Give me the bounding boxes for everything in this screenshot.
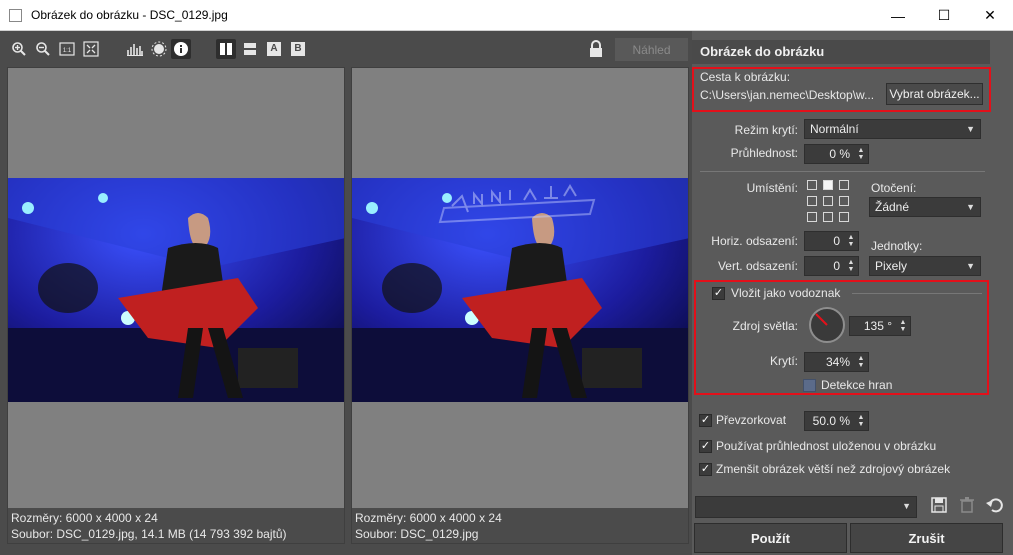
rotation-label: Otočení:: [871, 181, 917, 195]
fit-to-window-icon[interactable]: [81, 39, 101, 59]
watermark-checkbox[interactable]: ✓: [712, 287, 725, 300]
cover-stepper[interactable]: 34% ▲ ▼: [804, 352, 869, 372]
choose-image-button[interactable]: Vybrat obrázek...: [886, 83, 983, 105]
chevron-down-icon: ▼: [902, 501, 911, 511]
minimize-button[interactable]: —: [875, 0, 921, 31]
original-photo: [8, 178, 344, 402]
light-source-label: Zdroj světla:: [732, 319, 798, 333]
shrink-checkbox[interactable]: ✓: [699, 463, 712, 476]
chevron-down-icon: ▼: [966, 202, 975, 212]
separator: [852, 293, 982, 294]
path-label: Cesta k obrázku:: [700, 70, 791, 84]
blend-mode-label: Režim krytí:: [734, 123, 798, 137]
svg-text:1:1: 1:1: [63, 48, 72, 54]
original-dimensions: Rozměry: 6000 x 4000 x 24: [11, 511, 158, 525]
spinner-icon: ▲ ▼: [857, 147, 865, 161]
vert-offset-label: Vert. odsazení:: [717, 259, 798, 273]
path-value: C:\Users\jan.nemec\Desktop\w...: [700, 88, 875, 102]
spinner-icon: ▲ ▼: [857, 414, 865, 428]
original-preview-pane: Rozměry: 6000 x 4000 x 24 Soubor: DSC_01…: [7, 67, 345, 544]
spinner-icon: ▲ ▼: [857, 355, 865, 369]
editor-area: 1:1 A B Náhled Rozměry: 6000 x 4000 x 24…: [0, 31, 1013, 555]
app-icon: [9, 9, 22, 22]
horiz-offset-label: Horiz. odsazení:: [711, 234, 798, 248]
opacity-stepper[interactable]: 0 % ▲ ▼: [804, 144, 869, 164]
close-button[interactable]: ✕: [967, 0, 1013, 31]
toolbar: 1:1 A B Náhled: [0, 31, 692, 67]
result-info: Rozměry: 6000 x 4000 x 24 Soubor: DSC_01…: [352, 508, 688, 543]
spinner-icon: ▲ ▼: [899, 319, 907, 333]
zoom-out-icon[interactable]: [33, 39, 53, 59]
undo-icon[interactable]: [985, 496, 1003, 514]
preview-button[interactable]: Náhled: [615, 38, 688, 61]
edge-detect-checkbox[interactable]: [803, 379, 816, 392]
resample-checkbox[interactable]: ✓: [699, 414, 712, 427]
apply-button[interactable]: Použít: [694, 523, 847, 553]
save-icon[interactable]: [930, 496, 948, 514]
units-label: Jednotky:: [871, 239, 923, 253]
units-select[interactable]: Pixely ▼: [869, 256, 981, 276]
opacity-label: Průhlednost:: [730, 146, 798, 160]
result-photo: [352, 178, 688, 402]
watermark-label: Vložit jako vodoznak: [731, 286, 841, 300]
edge-detect-label: Detekce hran: [821, 378, 893, 392]
window-title: Obrázek do obrázku - DSC_0129.jpg: [31, 8, 228, 22]
zoom-in-icon[interactable]: [9, 39, 29, 59]
view-b-icon[interactable]: B: [288, 39, 308, 59]
resample-label: Převzorkovat: [716, 413, 787, 427]
placement-grid[interactable]: [807, 180, 851, 224]
maximize-button[interactable]: ☐: [921, 0, 967, 31]
vert-offset-stepper[interactable]: 0 ▲ ▼: [804, 256, 859, 276]
view-a-icon[interactable]: A: [264, 39, 284, 59]
trash-icon[interactable]: [958, 496, 976, 514]
split-vertical-icon[interactable]: [216, 39, 236, 59]
spinner-icon: ▲ ▼: [847, 259, 855, 273]
brightness-icon[interactable]: [149, 39, 169, 59]
separator: [700, 171, 985, 172]
spinner-icon: ▲ ▼: [847, 234, 855, 248]
chevron-down-icon: ▼: [966, 261, 975, 271]
original-file-info: Soubor: DSC_0129.jpg, 14.1 MB (14 793 39…: [11, 527, 287, 541]
cancel-button[interactable]: Zrušit: [850, 523, 1003, 553]
preset-select[interactable]: ▼: [695, 496, 917, 518]
result-file-info: Soubor: DSC_0129.jpg: [355, 527, 479, 541]
light-angle-stepper[interactable]: 135 ° ▲ ▼: [849, 316, 911, 336]
light-direction-dial[interactable]: [809, 307, 845, 343]
cover-label: Krytí:: [769, 354, 798, 368]
info-icon[interactable]: [171, 39, 191, 59]
settings-panel: Obrázek do obrázku Cesta k obrázku: C:\U…: [692, 31, 1013, 555]
resample-stepper[interactable]: 50.0 % ▲ ▼: [804, 411, 869, 431]
lock-icon[interactable]: [586, 39, 606, 59]
result-preview-pane: Rozměry: 6000 x 4000 x 24 Soubor: DSC_01…: [351, 67, 689, 544]
original-info: Rozměry: 6000 x 4000 x 24 Soubor: DSC_01…: [8, 508, 344, 543]
placement-label: Umístění:: [746, 181, 798, 195]
histogram-icon[interactable]: [125, 39, 145, 59]
use-alpha-label: Používat průhlednost uloženou v obrázku: [716, 439, 937, 453]
split-horizontal-icon[interactable]: [240, 39, 260, 59]
blend-mode-select[interactable]: Normální ▼: [804, 119, 981, 139]
result-dimensions: Rozměry: 6000 x 4000 x 24: [355, 511, 502, 525]
rotation-select[interactable]: Žádné ▼: [869, 197, 981, 217]
shrink-label: Zmenšit obrázek větší než zdrojový obráz…: [716, 462, 951, 476]
title-bar: Obrázek do obrázku - DSC_0129.jpg — ☐ ✕: [0, 0, 1013, 31]
chevron-down-icon: ▼: [966, 124, 975, 134]
horiz-offset-stepper[interactable]: 0 ▲ ▼: [804, 231, 859, 251]
use-alpha-checkbox[interactable]: ✓: [699, 440, 712, 453]
actual-size-icon[interactable]: 1:1: [57, 39, 77, 59]
panel-header: Obrázek do obrázku: [692, 40, 990, 64]
